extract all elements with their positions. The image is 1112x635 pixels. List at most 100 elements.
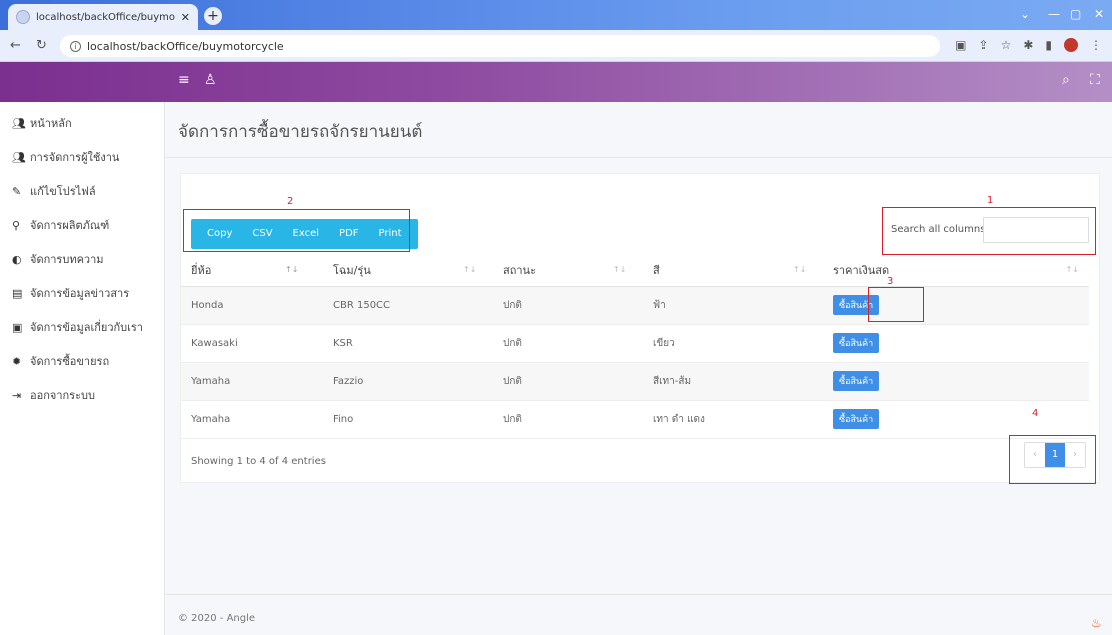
new-tab-button[interactable]: + xyxy=(204,7,222,25)
cell-status: ปกติ xyxy=(493,324,643,363)
buy-button[interactable]: ซื้อสินค้า xyxy=(833,333,880,353)
annotation-number: 2 xyxy=(287,196,294,207)
cell-model: KSR xyxy=(323,324,493,363)
menu-icon[interactable]: ⋮ xyxy=(1090,38,1102,52)
extensions-icon[interactable]: ✱ xyxy=(1023,38,1033,52)
cell-status: ปกติ xyxy=(493,400,643,439)
table-row: Honda CBR 150CC ปกติ ฟ้า ซื้อสินค้า xyxy=(181,286,1089,325)
footer-copyright: © 2020 - Angle xyxy=(178,613,256,624)
cell-model: CBR 150CC xyxy=(323,286,493,325)
browser-tabbar: localhost/backOffice/buymotorc ✕ + ⌄ — ▢… xyxy=(0,0,1112,30)
sidebar: 👥︎ หน้าหลัก 👥︎ การจัดการผู้ใช้งาน ✎ แก้ไขโป… xyxy=(0,102,165,635)
sidebar-item-label: จัดการซื้อขายรถ xyxy=(30,355,110,368)
sort-icon: ↑↓ xyxy=(463,265,477,274)
tab-title: localhost/backOffice/buymotorc xyxy=(36,11,175,23)
logout-icon: ⇥ xyxy=(12,388,22,402)
app-header: ≡ ♙ ⌕ ⛶ xyxy=(0,62,1112,102)
sidebar-item-label: จัดการข้อมูลข่าวสาร xyxy=(30,287,130,300)
favicon-icon xyxy=(16,10,30,24)
sidebar-item-logout[interactable]: ⇥ ออกจากระบบ xyxy=(0,378,164,412)
annotation-number: 4 xyxy=(1032,408,1039,419)
table-row: Kawasaki KSR ปกติ เขียว ซื้อสินค้า xyxy=(181,324,1089,363)
sidebar-item-articles[interactable]: ◐ จัดการบทความ xyxy=(0,242,164,276)
cell-color: เขียว xyxy=(643,324,823,363)
half-circle-icon: ◐ xyxy=(12,252,22,266)
sidebar-item-label: จัดการผลิตภัณฑ์ xyxy=(30,219,110,232)
fullscreen-icon[interactable]: ⛶ xyxy=(1090,72,1100,88)
sidebar-item-label: จัดการบทความ xyxy=(30,253,104,266)
news-icon: ▤ xyxy=(12,286,23,300)
sidebar-item-user-management[interactable]: 👥︎ การจัดการผู้ใช้งาน xyxy=(0,140,164,174)
annotation-box-search xyxy=(882,207,1096,255)
annotation-box-export xyxy=(183,209,410,252)
annotation-number: 1 xyxy=(987,195,994,206)
buy-button[interactable]: ซื้อสินค้า xyxy=(833,409,880,429)
share-icon[interactable]: ⇪ xyxy=(979,38,989,52)
user-icon[interactable]: ♙ xyxy=(204,72,217,88)
back-icon[interactable]: ← xyxy=(10,38,21,53)
cell-brand: Yamaha xyxy=(181,400,323,439)
tab-close-icon[interactable]: ✕ xyxy=(181,11,190,24)
sort-icon: ↑↓ xyxy=(793,265,807,274)
table-row: Yamaha Fazzio ปกติ สีเทา-ส้ม ซื้อสินค้า xyxy=(181,362,1089,401)
cell-model: Fino xyxy=(323,400,493,439)
sidebar-item-label: หน้าหลัก xyxy=(30,117,72,130)
table-row: Yamaha Fino ปกติ เทา ดำ แดง ซื้อสินค้า xyxy=(181,400,1089,439)
sidebar-item-news[interactable]: ▤ จัดการข้อมูลข่าวสาร xyxy=(0,276,164,310)
page-title: จัดการการซื้อขายรถจักรยานยนต์ xyxy=(178,122,423,142)
sidebar-item-home[interactable]: 👥︎ หน้าหลัก xyxy=(0,106,164,140)
sidebar-item-label: แก้ไขโปรไฟล์ xyxy=(30,185,96,198)
browser-tab[interactable]: localhost/backOffice/buymotorc ✕ xyxy=(8,4,198,30)
annotation-box-pagination xyxy=(1009,435,1096,484)
cell-action: ซื้อสินค้า xyxy=(823,286,1089,325)
cell-model: Fazzio xyxy=(323,362,493,401)
restore-icon[interactable]: ▢ xyxy=(1070,7,1081,21)
star-icon[interactable]: ☆ xyxy=(1001,38,1012,52)
info-icon[interactable]: i xyxy=(70,40,81,52)
sitemap-icon: ⚲ xyxy=(12,218,21,232)
cell-action: ซื้อสินค้า xyxy=(823,362,1089,401)
cell-color: ฟ้า xyxy=(643,286,823,325)
sidebar-item-products[interactable]: ⚲ จัดการผลิตภัณฑ์ xyxy=(0,208,164,242)
cell-action: ซื้อสินค้า xyxy=(823,324,1089,363)
tab-search-icon[interactable]: ⌄ xyxy=(1020,7,1030,21)
reload-icon[interactable]: ↻ xyxy=(36,38,47,53)
cell-brand: Honda xyxy=(181,286,323,325)
cell-status: ปกติ xyxy=(493,286,643,325)
users-icon: 👥︎ xyxy=(12,150,26,164)
sort-icon: ↑↓ xyxy=(613,265,627,274)
id-card-icon: ▣ xyxy=(12,320,23,334)
flame-icon[interactable]: ♨ xyxy=(1091,616,1102,630)
url-field[interactable]: i localhost/backOffice/buymotorcycle xyxy=(60,35,940,57)
sidebar-item-trading[interactable]: ✹ จัดการซื้อขายรถ xyxy=(0,344,164,378)
close-window-icon[interactable]: ✕ xyxy=(1094,7,1104,21)
buy-button[interactable]: ซื้อสินค้า xyxy=(833,371,880,391)
address-bar: ← ↻ i localhost/backOffice/buymotorcycle… xyxy=(0,30,1112,62)
column-header-price[interactable]: ราคาเงินสด ↑↓ ↑↓ xyxy=(793,254,1089,287)
users-icon: 👥︎ xyxy=(12,116,26,130)
sidebar-item-edit-profile[interactable]: ✎ แก้ไขโปรไฟล์ xyxy=(0,174,164,208)
cell-brand: Kawasaki xyxy=(181,324,323,363)
data-table: ยี่ห้อ โฉม/รุ่น ↑↓ สถานะ ↑↓ สี ↑↓ ราคาเงินส… xyxy=(181,254,1089,439)
gear-icon: ✹ xyxy=(12,354,22,368)
hamburger-icon[interactable]: ≡ xyxy=(178,72,190,88)
annotation-box-buy xyxy=(868,287,924,322)
profile-avatar[interactable] xyxy=(1064,38,1078,52)
translate-icon[interactable]: ▣ xyxy=(955,38,966,52)
column-header-brand[interactable]: ยี่ห้อ xyxy=(181,254,323,287)
annotation-number: 3 xyxy=(887,276,894,287)
url-text: localhost/backOffice/buymotorcycle xyxy=(87,39,284,53)
sidebar-item-about[interactable]: ▣ จัดการข้อมูลเกี่ยวกับเรา xyxy=(0,310,164,344)
cell-action: ซื้อสินค้า xyxy=(823,400,1089,439)
sidebar-item-label: จัดการข้อมูลเกี่ยวกับเรา xyxy=(30,321,143,334)
minimize-icon[interactable]: — xyxy=(1048,7,1060,21)
cell-color: เทา ดำ แดง xyxy=(643,400,823,439)
sidebar-item-label: ออกจากระบบ xyxy=(30,389,95,402)
sort-icon: ↑↓ xyxy=(1065,265,1079,274)
search-icon[interactable]: ⌕ xyxy=(1062,72,1070,88)
sidepanel-icon[interactable]: ▮ xyxy=(1045,38,1052,52)
user-edit-icon: ✎ xyxy=(12,184,22,198)
cell-color: สีเทา-ส้ม xyxy=(643,362,823,401)
cell-brand: Yamaha xyxy=(181,362,323,401)
sidebar-item-label: การจัดการผู้ใช้งาน xyxy=(30,151,120,164)
